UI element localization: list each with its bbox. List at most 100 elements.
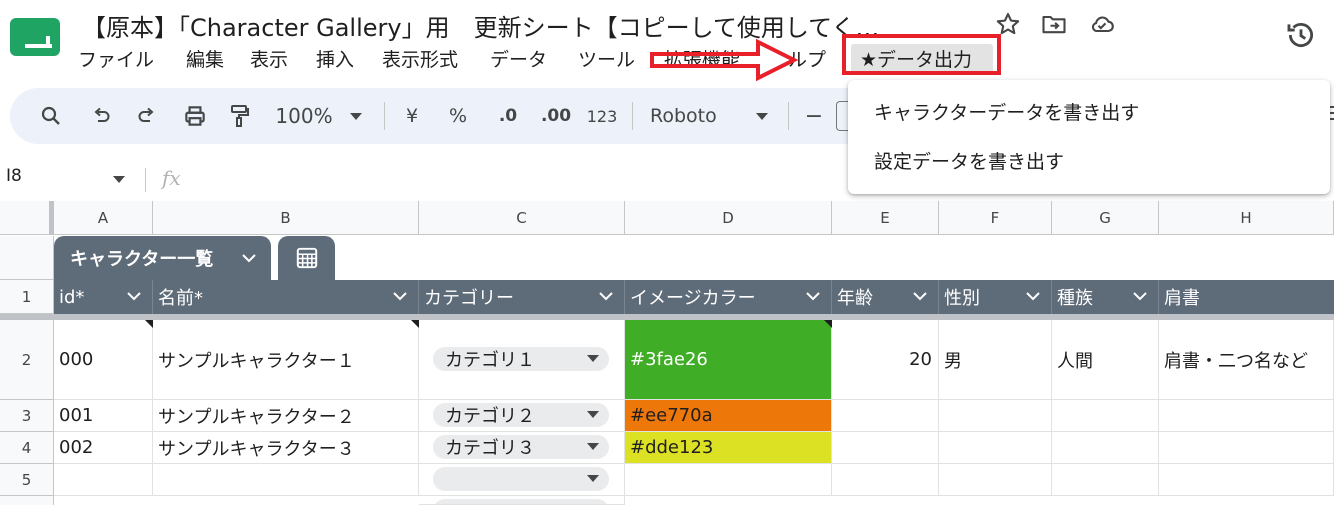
- cell-category[interactable]: カテゴリ３: [419, 432, 625, 464]
- cell-age[interactable]: [832, 432, 939, 464]
- decrease-font-size-button[interactable]: −: [802, 88, 826, 144]
- column-header-d[interactable]: D: [625, 201, 832, 235]
- cell-id[interactable]: 001: [54, 400, 153, 432]
- menu-format[interactable]: 表示形式: [372, 44, 468, 76]
- cell-race[interactable]: [1052, 400, 1159, 432]
- menu-view[interactable]: 表示: [240, 44, 298, 76]
- row-number-2[interactable]: 2: [0, 320, 54, 400]
- table-header-age[interactable]: 年齢: [832, 280, 939, 314]
- select-all-corner[interactable]: [0, 201, 54, 235]
- cell-id[interactable]: 002: [54, 432, 153, 464]
- cell-gender[interactable]: 男: [939, 320, 1052, 400]
- table-header-name[interactable]: 名前*: [153, 280, 419, 314]
- zoom-value[interactable]: 100%: [272, 88, 336, 144]
- search-menus-button[interactable]: [36, 88, 66, 144]
- cell-title[interactable]: [1159, 432, 1334, 464]
- number-format-button[interactable]: 123: [584, 88, 620, 144]
- decrease-decimal-button[interactable]: .0: [490, 88, 526, 144]
- paint-format-button[interactable]: [224, 88, 254, 144]
- cell-category[interactable]: カテゴリ１: [419, 320, 625, 400]
- cell-category[interactable]: [419, 464, 625, 496]
- undo-button[interactable]: [86, 88, 116, 144]
- menu-data[interactable]: データ: [480, 44, 557, 76]
- sheets-logo[interactable]: [10, 18, 60, 56]
- cell-gender[interactable]: [939, 400, 1052, 432]
- row-number-5[interactable]: 5: [0, 464, 54, 496]
- redo-button[interactable]: [132, 88, 162, 144]
- cell-title[interactable]: [1159, 464, 1334, 496]
- table-header-id[interactable]: id*: [54, 280, 153, 314]
- table-header-gender[interactable]: 性別: [939, 280, 1052, 314]
- table-header-image-color[interactable]: イメージカラー: [625, 280, 832, 314]
- table-header-race[interactable]: 種族: [1052, 280, 1159, 314]
- column-header-c[interactable]: C: [419, 201, 625, 235]
- cell-title[interactable]: [1159, 400, 1334, 432]
- cell-name[interactable]: サンプルキャラクター２: [153, 400, 419, 432]
- category-dropdown-chip[interactable]: [433, 499, 609, 504]
- percent-format-button[interactable]: %: [446, 88, 470, 144]
- table-header-title[interactable]: 肩書: [1159, 280, 1334, 314]
- cell-title[interactable]: 肩書・二つ名など: [1159, 320, 1334, 400]
- table-name-tab[interactable]: キャラクター一覧: [54, 236, 271, 280]
- row-number-1[interactable]: 1: [0, 280, 54, 314]
- cell-name[interactable]: サンプルキャラクター３: [153, 432, 419, 464]
- chevron-down-icon: [913, 292, 927, 301]
- menu-insert[interactable]: 挿入: [306, 44, 364, 76]
- row-number-6[interactable]: [0, 496, 54, 505]
- version-history-icon[interactable]: [1284, 18, 1318, 52]
- menu-file[interactable]: ファイル: [68, 44, 164, 76]
- cell-age[interactable]: 20: [832, 320, 939, 400]
- cell-id[interactable]: [54, 464, 153, 496]
- category-dropdown-chip[interactable]: [433, 467, 609, 491]
- cell-gender[interactable]: [939, 464, 1052, 496]
- table-settings-button[interactable]: [278, 236, 335, 280]
- table-header-label: カテゴリー: [424, 288, 514, 309]
- column-header-h[interactable]: H: [1159, 201, 1334, 235]
- cell-image-color[interactable]: [625, 464, 832, 496]
- cell-name[interactable]: [153, 464, 419, 496]
- cell-category[interactable]: カテゴリ２: [419, 400, 625, 432]
- print-button[interactable]: [178, 88, 212, 144]
- cell-race[interactable]: [1052, 464, 1159, 496]
- table-header-category[interactable]: カテゴリー: [419, 280, 625, 314]
- name-box-caret-icon[interactable]: [112, 174, 126, 184]
- cell-category[interactable]: [419, 496, 625, 505]
- cell-image-color[interactable]: #dde123: [625, 432, 832, 464]
- cell-race[interactable]: 人間: [1052, 320, 1159, 400]
- column-header-a[interactable]: A: [54, 201, 153, 235]
- cell-gender[interactable]: [939, 432, 1052, 464]
- category-dropdown-chip[interactable]: カテゴリ２: [433, 403, 609, 427]
- annotation-highlight-box: [842, 34, 1001, 75]
- cell-id[interactable]: 000: [54, 320, 153, 400]
- menu-tools[interactable]: ツール: [568, 44, 645, 76]
- font-size-input[interactable]: [836, 88, 848, 144]
- cloud-saved-icon[interactable]: [1088, 10, 1116, 38]
- more-toolbar-icon[interactable]: [1330, 106, 1334, 128]
- name-box[interactable]: I8: [6, 166, 22, 186]
- column-header-e[interactable]: E: [832, 201, 939, 235]
- column-header-g[interactable]: G: [1052, 201, 1159, 235]
- menu-edit[interactable]: 編集: [176, 44, 234, 76]
- currency-format-button[interactable]: ¥: [400, 88, 424, 144]
- cell-race[interactable]: [1052, 432, 1159, 464]
- menu-item-export-character-data[interactable]: キャラクターデータを書き出す: [874, 98, 1139, 125]
- table-header-label: id*: [59, 286, 85, 308]
- row-number-3[interactable]: 3: [0, 400, 54, 432]
- category-dropdown-chip[interactable]: カテゴリ３: [433, 435, 609, 459]
- font-family-select[interactable]: Roboto: [650, 88, 730, 144]
- zoom-dropdown-button[interactable]: [346, 88, 366, 144]
- column-header-f[interactable]: F: [939, 201, 1052, 235]
- menu-item-export-settings-data[interactable]: 設定データを書き出す: [874, 147, 1064, 174]
- cell-age[interactable]: [832, 400, 939, 432]
- chevron-down-icon: [599, 292, 613, 301]
- cell-image-color[interactable]: #3fae26: [625, 320, 832, 400]
- column-header-b[interactable]: B: [153, 201, 419, 235]
- category-dropdown-chip[interactable]: カテゴリ１: [433, 347, 609, 371]
- increase-decimal-button[interactable]: .00: [538, 88, 574, 144]
- row-number-4[interactable]: 4: [0, 432, 54, 464]
- cell-age[interactable]: [832, 464, 939, 496]
- cell-image-color[interactable]: #ee770a: [625, 400, 832, 432]
- cell-name[interactable]: サンプルキャラクター１: [153, 320, 419, 400]
- move-to-folder-icon[interactable]: [1040, 10, 1068, 38]
- font-dropdown-button[interactable]: [752, 88, 772, 144]
